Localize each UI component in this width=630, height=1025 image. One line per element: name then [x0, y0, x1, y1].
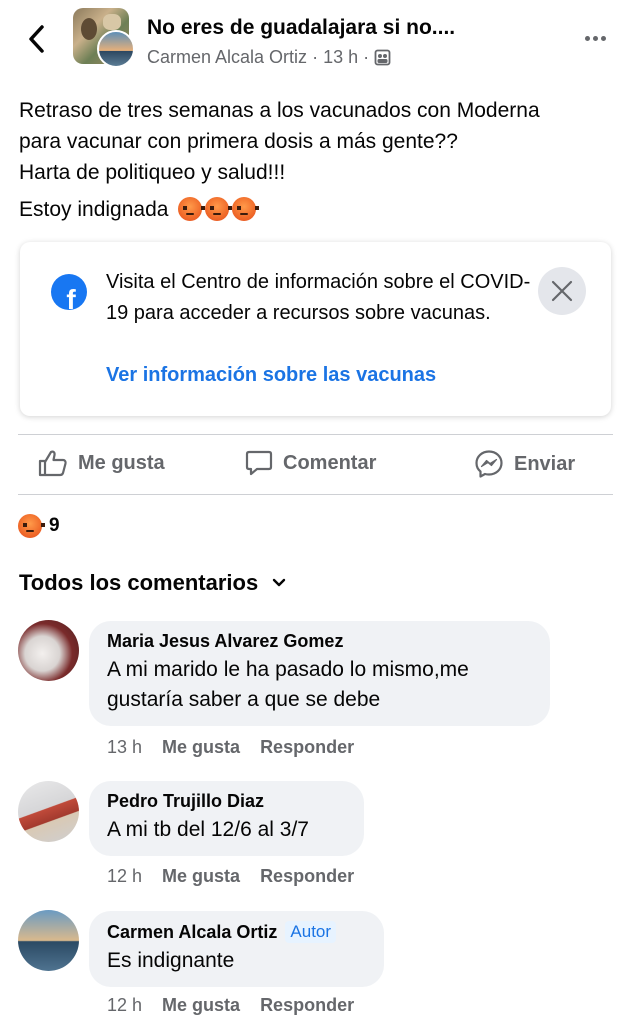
comment-text: Es indignante: [107, 949, 235, 972]
covid-info-link[interactable]: Ver información sobre las vacunas: [106, 364, 436, 387]
post-line: Retraso de tres semanas a los vacunados …: [19, 99, 540, 122]
chevron-left-icon: [29, 25, 44, 53]
comment-reply-button[interactable]: Responder: [260, 737, 354, 758]
angry-reaction-icon: [18, 514, 45, 538]
post-meta: Carmen Alcala Ortiz · 13 h ·: [147, 47, 391, 68]
comment-bubble[interactable]: Carmen Alcala Ortiz Autor Es indignante: [89, 911, 384, 987]
comment-like-button[interactable]: Me gusta: [162, 866, 240, 887]
send-button[interactable]: Enviar: [474, 449, 575, 479]
separator: ·: [363, 47, 370, 67]
send-label: Enviar: [514, 452, 576, 475]
covid-info-card: f Visita el Centro de información sobre …: [20, 242, 611, 416]
comment-reply-button[interactable]: Responder: [260, 866, 354, 887]
group-title[interactable]: No eres de guadalajara si no....: [147, 16, 455, 40]
post-last-line: Estoy indignada: [19, 198, 169, 221]
comment-meta: 12 h Me gusta Responder: [107, 866, 354, 887]
comment-like-button[interactable]: Me gusta: [162, 737, 240, 758]
avatar[interactable]: [18, 620, 79, 681]
close-icon: [551, 280, 573, 302]
more-options-button[interactable]: [578, 24, 612, 52]
angry-emoji-icon: [205, 197, 233, 221]
comment-icon: [245, 450, 273, 476]
post-time[interactable]: 13 h: [323, 47, 358, 68]
commenter-name[interactable]: Pedro Trujillo Diaz: [107, 791, 346, 812]
post-header: No eres de guadalajara si no.... Carmen …: [0, 0, 630, 88]
angry-emoji-icon: [178, 197, 206, 221]
post-line: Harta de politiqueo y salud!!!: [19, 161, 286, 184]
thumbs-up-icon: [38, 450, 67, 477]
author-name[interactable]: Carmen Alcala Ortiz: [147, 47, 307, 68]
comment-time[interactable]: 12 h: [107, 995, 142, 1016]
comment-time[interactable]: 12 h: [107, 866, 142, 887]
comment-meta: 12 h Me gusta Responder: [107, 995, 354, 1016]
facebook-icon: f: [51, 274, 87, 310]
close-button[interactable]: [538, 267, 586, 315]
separator: ·: [312, 47, 319, 67]
divider: [18, 494, 613, 495]
back-button[interactable]: [22, 22, 52, 56]
post-line: para vacunar con primera dosis a más gen…: [19, 130, 458, 153]
comment-label: Comentar: [283, 451, 377, 474]
comment-button[interactable]: Comentar: [245, 449, 376, 477]
comment-text: A mi tb del 12/6 al 3/7: [107, 818, 309, 841]
avatar[interactable]: [18, 910, 79, 971]
comment-bubble[interactable]: Maria Jesus Alvarez Gomez A mi marido le…: [89, 621, 550, 726]
covid-info-text: Visita el Centro de información sobre el…: [106, 271, 531, 324]
commenter-name[interactable]: Maria Jesus Alvarez Gomez: [107, 631, 532, 652]
post-line: Estoy indignada: [19, 194, 614, 225]
comment-reply-button[interactable]: Responder: [260, 995, 354, 1016]
like-button[interactable]: Me gusta: [38, 449, 165, 477]
comments-sort-dropdown[interactable]: Todos los comentarios: [19, 570, 286, 596]
angry-emoji-icon: [232, 197, 260, 221]
post-body: Retraso de tres semanas a los vacunados …: [19, 95, 614, 225]
group-privacy-icon: [374, 49, 391, 66]
comment-bubble[interactable]: Pedro Trujillo Diaz A mi tb del 12/6 al …: [89, 781, 364, 856]
commenter-name-text[interactable]: Carmen Alcala Ortiz: [107, 922, 277, 943]
divider: [18, 434, 613, 435]
reaction-count: 9: [49, 515, 60, 536]
comment-meta: 13 h Me gusta Responder: [107, 737, 354, 758]
emoji-group: [178, 197, 260, 221]
commenter-name: Carmen Alcala Ortiz Autor: [107, 921, 366, 943]
messenger-icon: [475, 450, 503, 478]
comment-text: A mi marido le ha pasado lo mismo,me gus…: [107, 658, 469, 711]
chevron-down-icon: [272, 578, 286, 587]
author-badge: Autor: [285, 921, 337, 943]
comment-like-button[interactable]: Me gusta: [162, 995, 240, 1016]
comments-sort-label: Todos los comentarios: [19, 570, 259, 595]
reaction-summary[interactable]: 9: [18, 514, 60, 538]
author-avatar[interactable]: [97, 30, 135, 68]
like-label: Me gusta: [78, 451, 165, 474]
avatar[interactable]: [18, 781, 79, 842]
post-actions: Me gusta Comentar Enviar: [0, 437, 630, 495]
comment-time[interactable]: 13 h: [107, 737, 142, 758]
